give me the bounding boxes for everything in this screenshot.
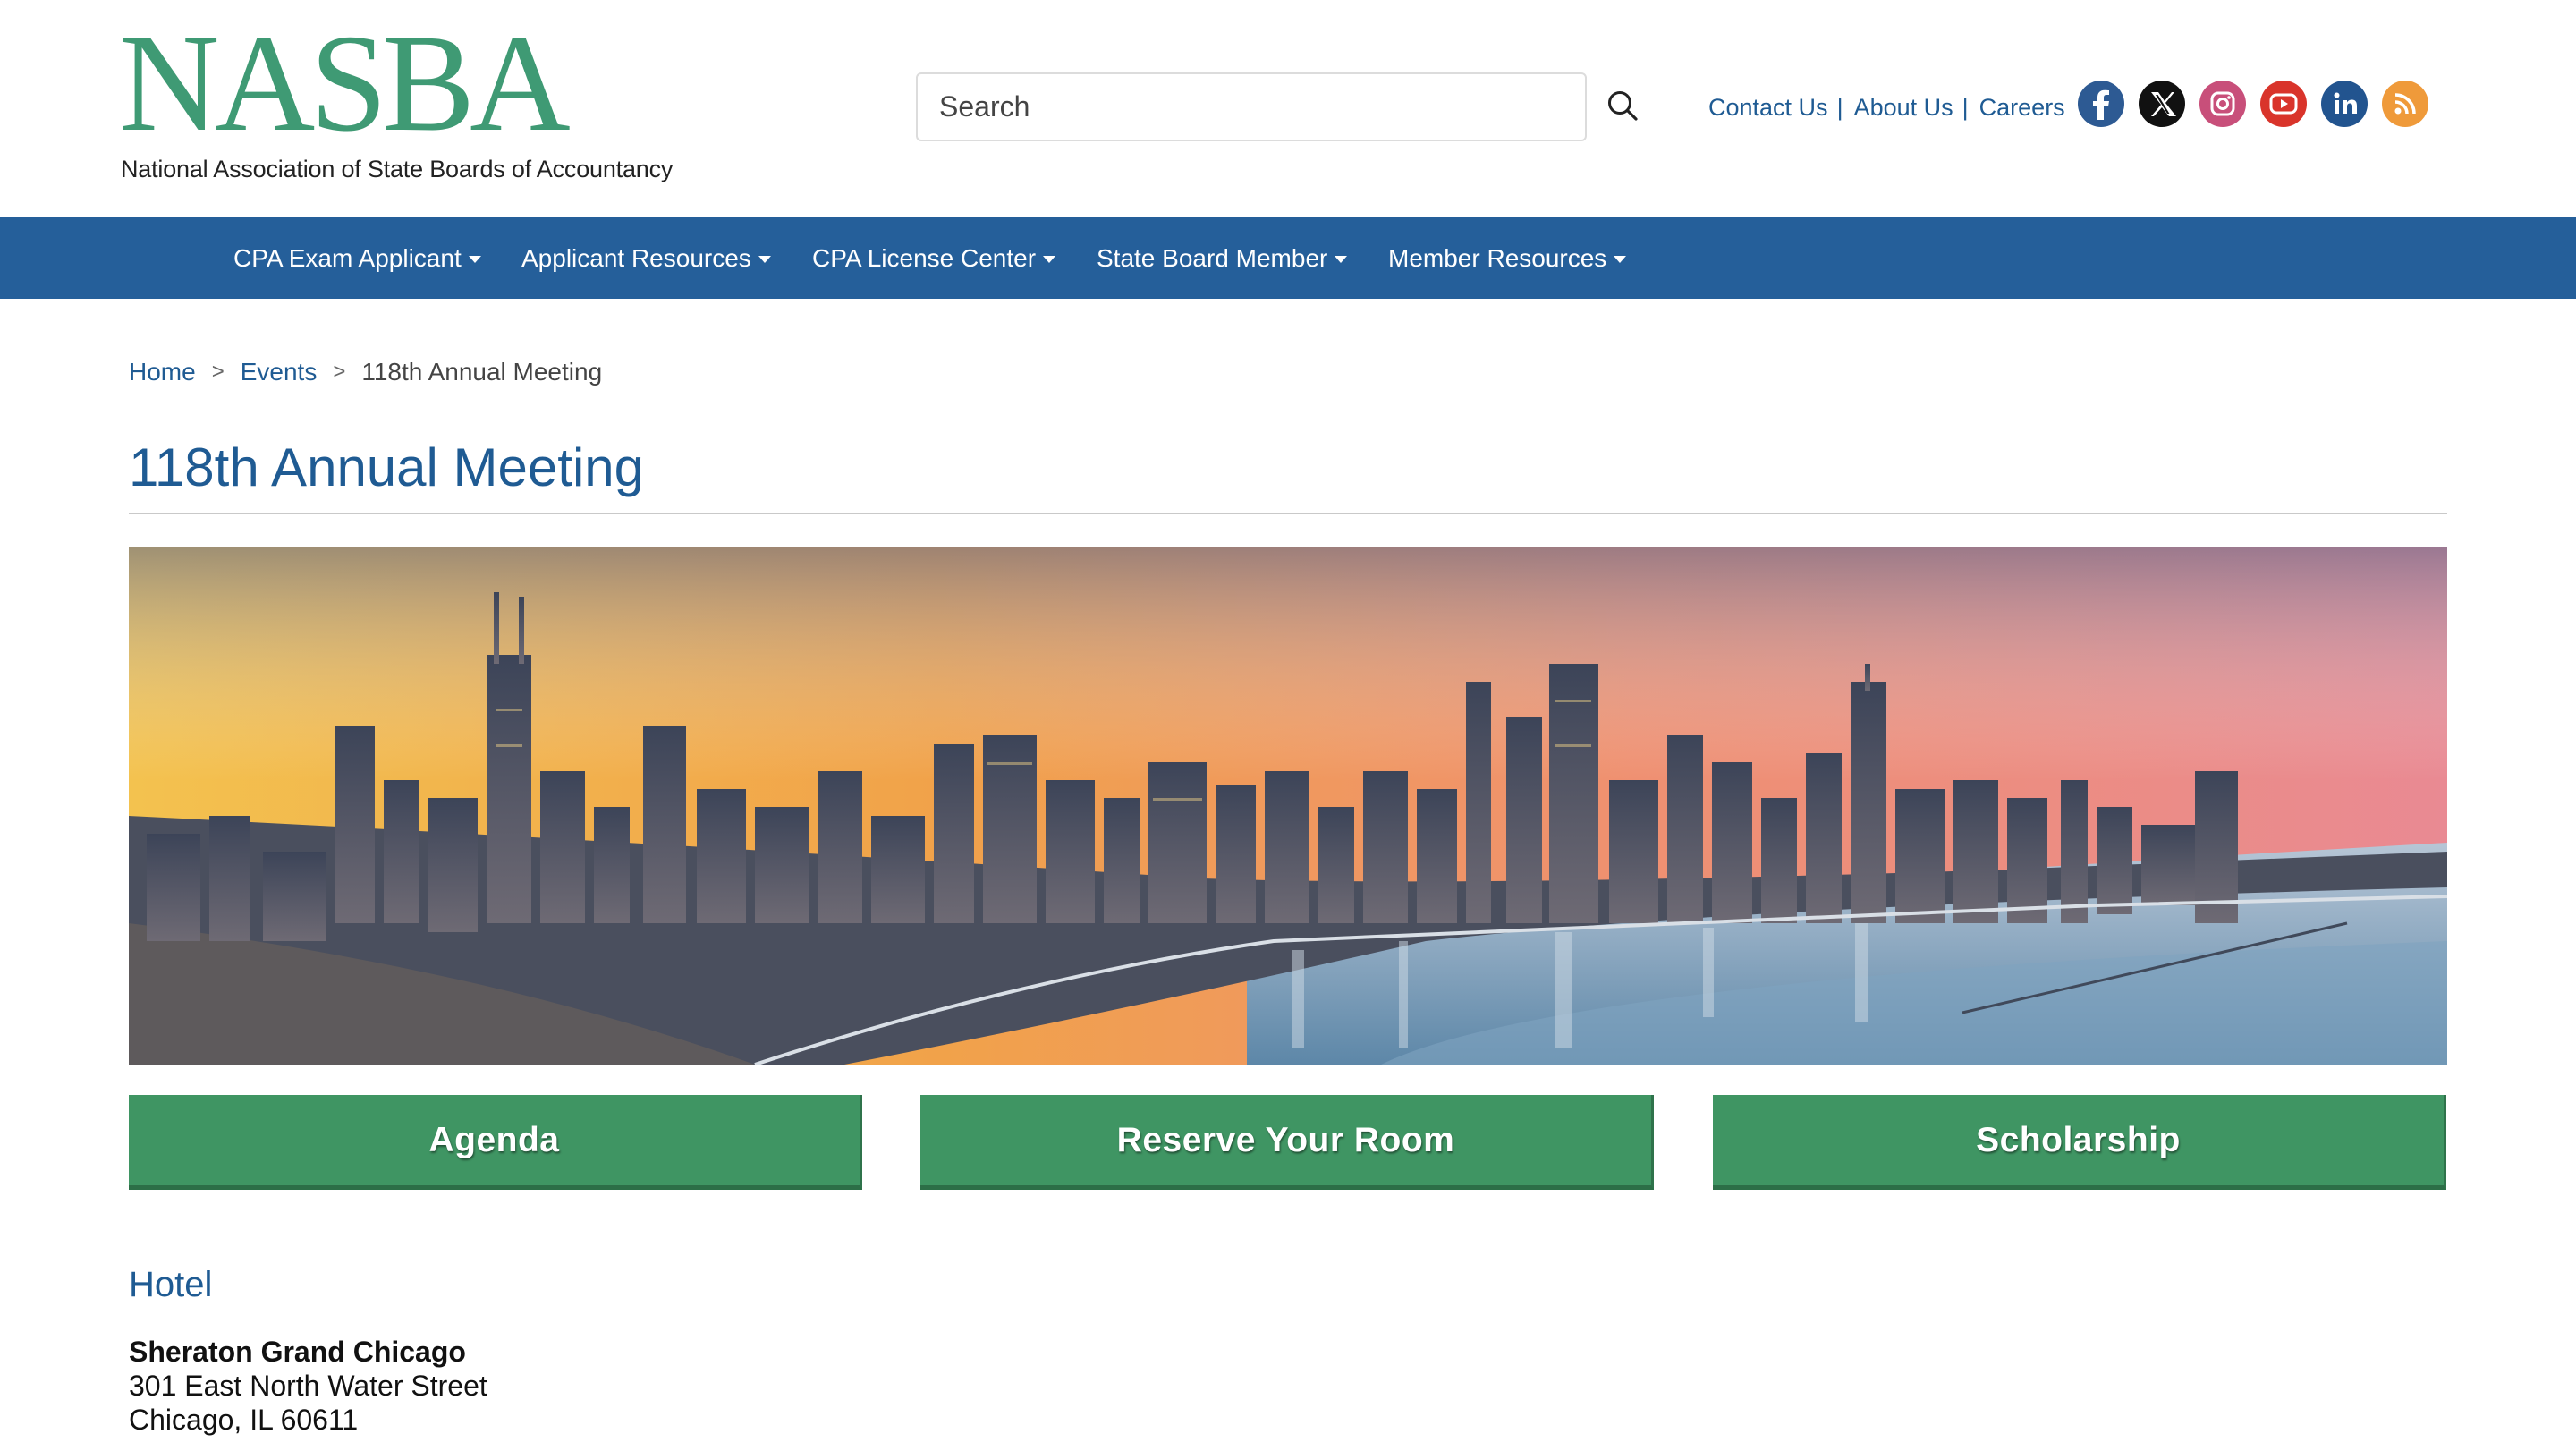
breadcrumb-home[interactable]: Home: [129, 358, 196, 386]
caret-down-icon: [1335, 255, 1348, 263]
hotel-address: Sheraton Grand Chicago 301 East North Wa…: [129, 1335, 487, 1437]
about-us-link[interactable]: About Us: [1854, 94, 1953, 122]
breadcrumb: Home > Events > 118th Annual Meeting: [129, 358, 602, 386]
careers-link[interactable]: Careers: [1979, 94, 2065, 122]
reserve-room-button[interactable]: Reserve Your Room: [920, 1095, 1654, 1190]
nav-label: CPA License Center: [812, 243, 1037, 272]
breadcrumb-events[interactable]: Events: [241, 358, 318, 386]
logo-wordmark: NASBA: [119, 5, 571, 160]
chicago-skyline-banner: [129, 547, 2447, 1065]
social-links: [2078, 81, 2428, 127]
search-icon[interactable]: [1604, 87, 1643, 126]
utility-links: Contact Us | About Us | Careers: [1708, 89, 2065, 125]
nav-cpa-license-center[interactable]: CPA License Center: [812, 217, 1056, 299]
youtube-icon[interactable]: [2260, 81, 2307, 127]
nav-label: Applicant Resources: [521, 243, 751, 272]
scholarship-button[interactable]: Scholarship: [1713, 1095, 2446, 1190]
site-header: NASBA National Association of State Boar…: [0, 0, 2576, 217]
nav-cpa-exam-applicant[interactable]: CPA Exam Applicant: [233, 217, 481, 299]
page-title: 118th Annual Meeting: [129, 437, 645, 497]
caret-down-icon: [1614, 255, 1627, 263]
search-input[interactable]: [918, 74, 1585, 140]
agenda-button[interactable]: Agenda: [129, 1095, 862, 1190]
caret-down-icon: [468, 255, 481, 263]
x-twitter-icon[interactable]: [2139, 81, 2185, 127]
breadcrumb-separator: >: [211, 360, 225, 384]
nav-label: State Board Member: [1097, 243, 1328, 272]
caret-down-icon: [1043, 255, 1056, 263]
breadcrumb-current: 118th Annual Meeting: [361, 358, 603, 386]
main-nav: CPA Exam Applicant Applicant Resources C…: [0, 217, 2576, 299]
nav-label: CPA Exam Applicant: [233, 243, 462, 272]
title-divider: [129, 513, 2447, 514]
caret-down-icon: [758, 255, 771, 263]
nav-applicant-resources[interactable]: Applicant Resources: [521, 217, 771, 299]
nav-member-resources[interactable]: Member Resources: [1388, 217, 1627, 299]
logo-subtitle: National Association of State Boards of …: [121, 156, 674, 182]
hotel-name: Sheraton Grand Chicago: [129, 1336, 466, 1368]
facebook-icon[interactable]: [2078, 81, 2124, 127]
linkedin-icon[interactable]: [2321, 81, 2368, 127]
rss-icon[interactable]: [2382, 81, 2428, 127]
hotel-heading: Hotel: [129, 1265, 213, 1304]
nav-label: Member Resources: [1388, 243, 1607, 272]
nasba-logo[interactable]: NASBA National Association of State Boar…: [119, 5, 673, 195]
instagram-icon[interactable]: [2199, 81, 2246, 127]
hotel-city: Chicago, IL 60611: [129, 1404, 359, 1436]
nav-state-board-member[interactable]: State Board Member: [1097, 217, 1348, 299]
contact-us-link[interactable]: Contact Us: [1708, 94, 1828, 122]
breadcrumb-separator: >: [333, 360, 346, 384]
link-separator: |: [1962, 93, 1969, 121]
link-separator: |: [1836, 93, 1843, 121]
search-box: [916, 72, 1587, 141]
hotel-street: 301 East North Water Street: [129, 1370, 487, 1402]
